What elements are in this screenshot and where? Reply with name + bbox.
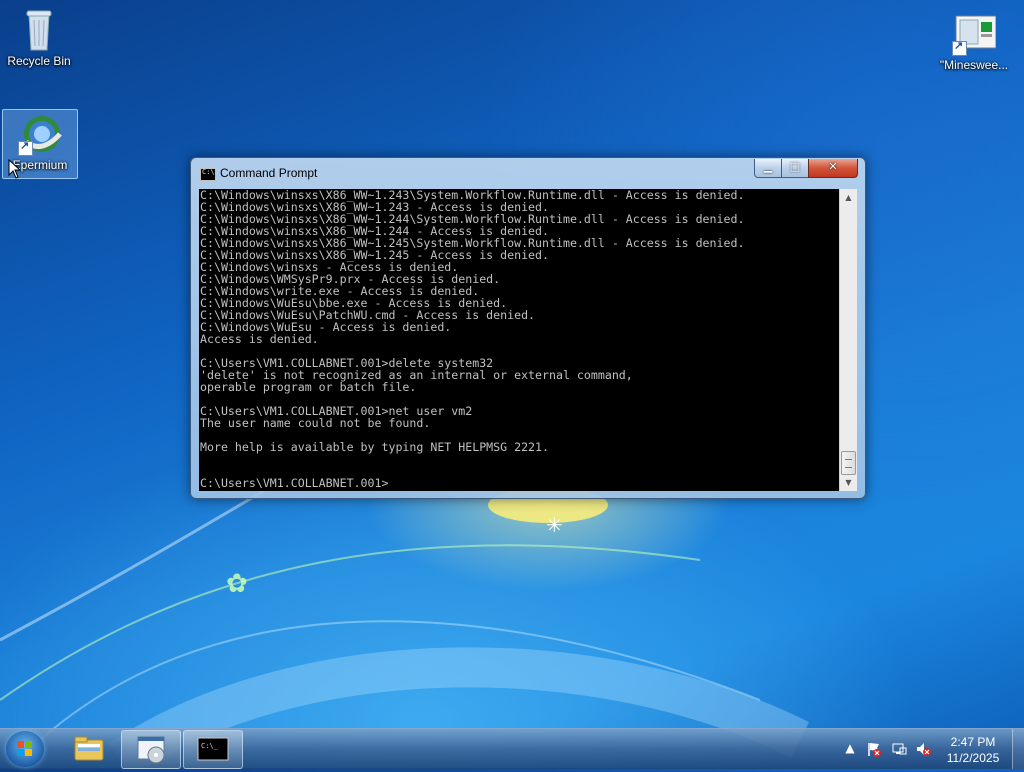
clock-time: 2:47 PM (950, 735, 996, 749)
show-desktop-button[interactable] (1012, 729, 1024, 769)
taskbar-app-command-prompt[interactable]: C:\_ (183, 730, 243, 769)
scroll-down-arrow-icon[interactable]: ▼ (840, 474, 857, 491)
console-output[interactable]: C:\Windows\winsxs\X86_WW~1.243\System.Wo… (199, 189, 839, 491)
maximize-icon: □ (789, 160, 801, 173)
network-icon[interactable] (891, 741, 907, 757)
command-prompt-window[interactable]: C:\ Command Prompt ▁ □ ✕ C:\Windows\wins… (190, 157, 866, 499)
minimize-icon: ▁ (763, 160, 773, 173)
window-titlebar[interactable]: C:\ Command Prompt ▁ □ ✕ (191, 158, 865, 188)
mouse-cursor-icon (8, 159, 22, 179)
minimize-button[interactable]: ▁ (754, 159, 782, 178)
close-button[interactable]: ✕ (808, 159, 858, 178)
maximize-button[interactable]: □ (781, 159, 809, 178)
desktop-icon-label: Recycle Bin (7, 54, 71, 68)
desktop-icon-minesweeper[interactable]: "Minesweе... (938, 8, 1010, 72)
taskbar: C:\_ ▲ 2:47 PM 11/2/2025 (0, 728, 1024, 769)
disk-management-icon (137, 736, 165, 764)
show-hidden-icons-arrow[interactable]: ▲ (842, 741, 858, 757)
svg-text:✿: ✿ (226, 569, 248, 599)
epermium-icon (18, 112, 62, 156)
recycle-bin-icon (17, 8, 61, 52)
svg-text:C:\_: C:\_ (201, 742, 219, 750)
window-title: Command Prompt (220, 166, 318, 180)
minesweeper-shortcut-icon (952, 12, 997, 56)
desktop-icon-recycle-bin[interactable]: Recycle Bin (3, 4, 75, 68)
desktop-icon-label: "Minesweе... (939, 58, 1009, 72)
console-text: C:\Windows\winsxs\X86_WW~1.243\System.Wo… (200, 189, 745, 490)
taskbar-app-explorer[interactable] (60, 730, 118, 767)
close-icon: ✕ (828, 160, 838, 173)
vertical-scrollbar[interactable]: ▲ ▼ (839, 189, 857, 491)
scroll-thumb[interactable] (841, 451, 856, 475)
taskbar-app-disk-management[interactable] (121, 730, 181, 769)
cmd-icon: C:\ (200, 168, 216, 181)
svg-text:✳: ✳ (546, 513, 563, 537)
volume-muted-icon[interactable] (915, 741, 931, 757)
start-button[interactable] (6, 731, 44, 767)
system-clock[interactable]: 2:47 PM 11/2/2025 (938, 734, 1008, 766)
cmd-icon: C:\_ (197, 737, 229, 761)
folder-icon (74, 736, 104, 761)
shortcut-arrow-icon (18, 139, 33, 156)
shortcut-arrow-icon (952, 39, 967, 56)
action-center-flag-icon[interactable] (866, 741, 882, 757)
windows-start-icon (17, 741, 33, 757)
scroll-up-arrow-icon[interactable]: ▲ (840, 189, 857, 206)
clock-date: 11/2/2025 (946, 751, 1000, 765)
